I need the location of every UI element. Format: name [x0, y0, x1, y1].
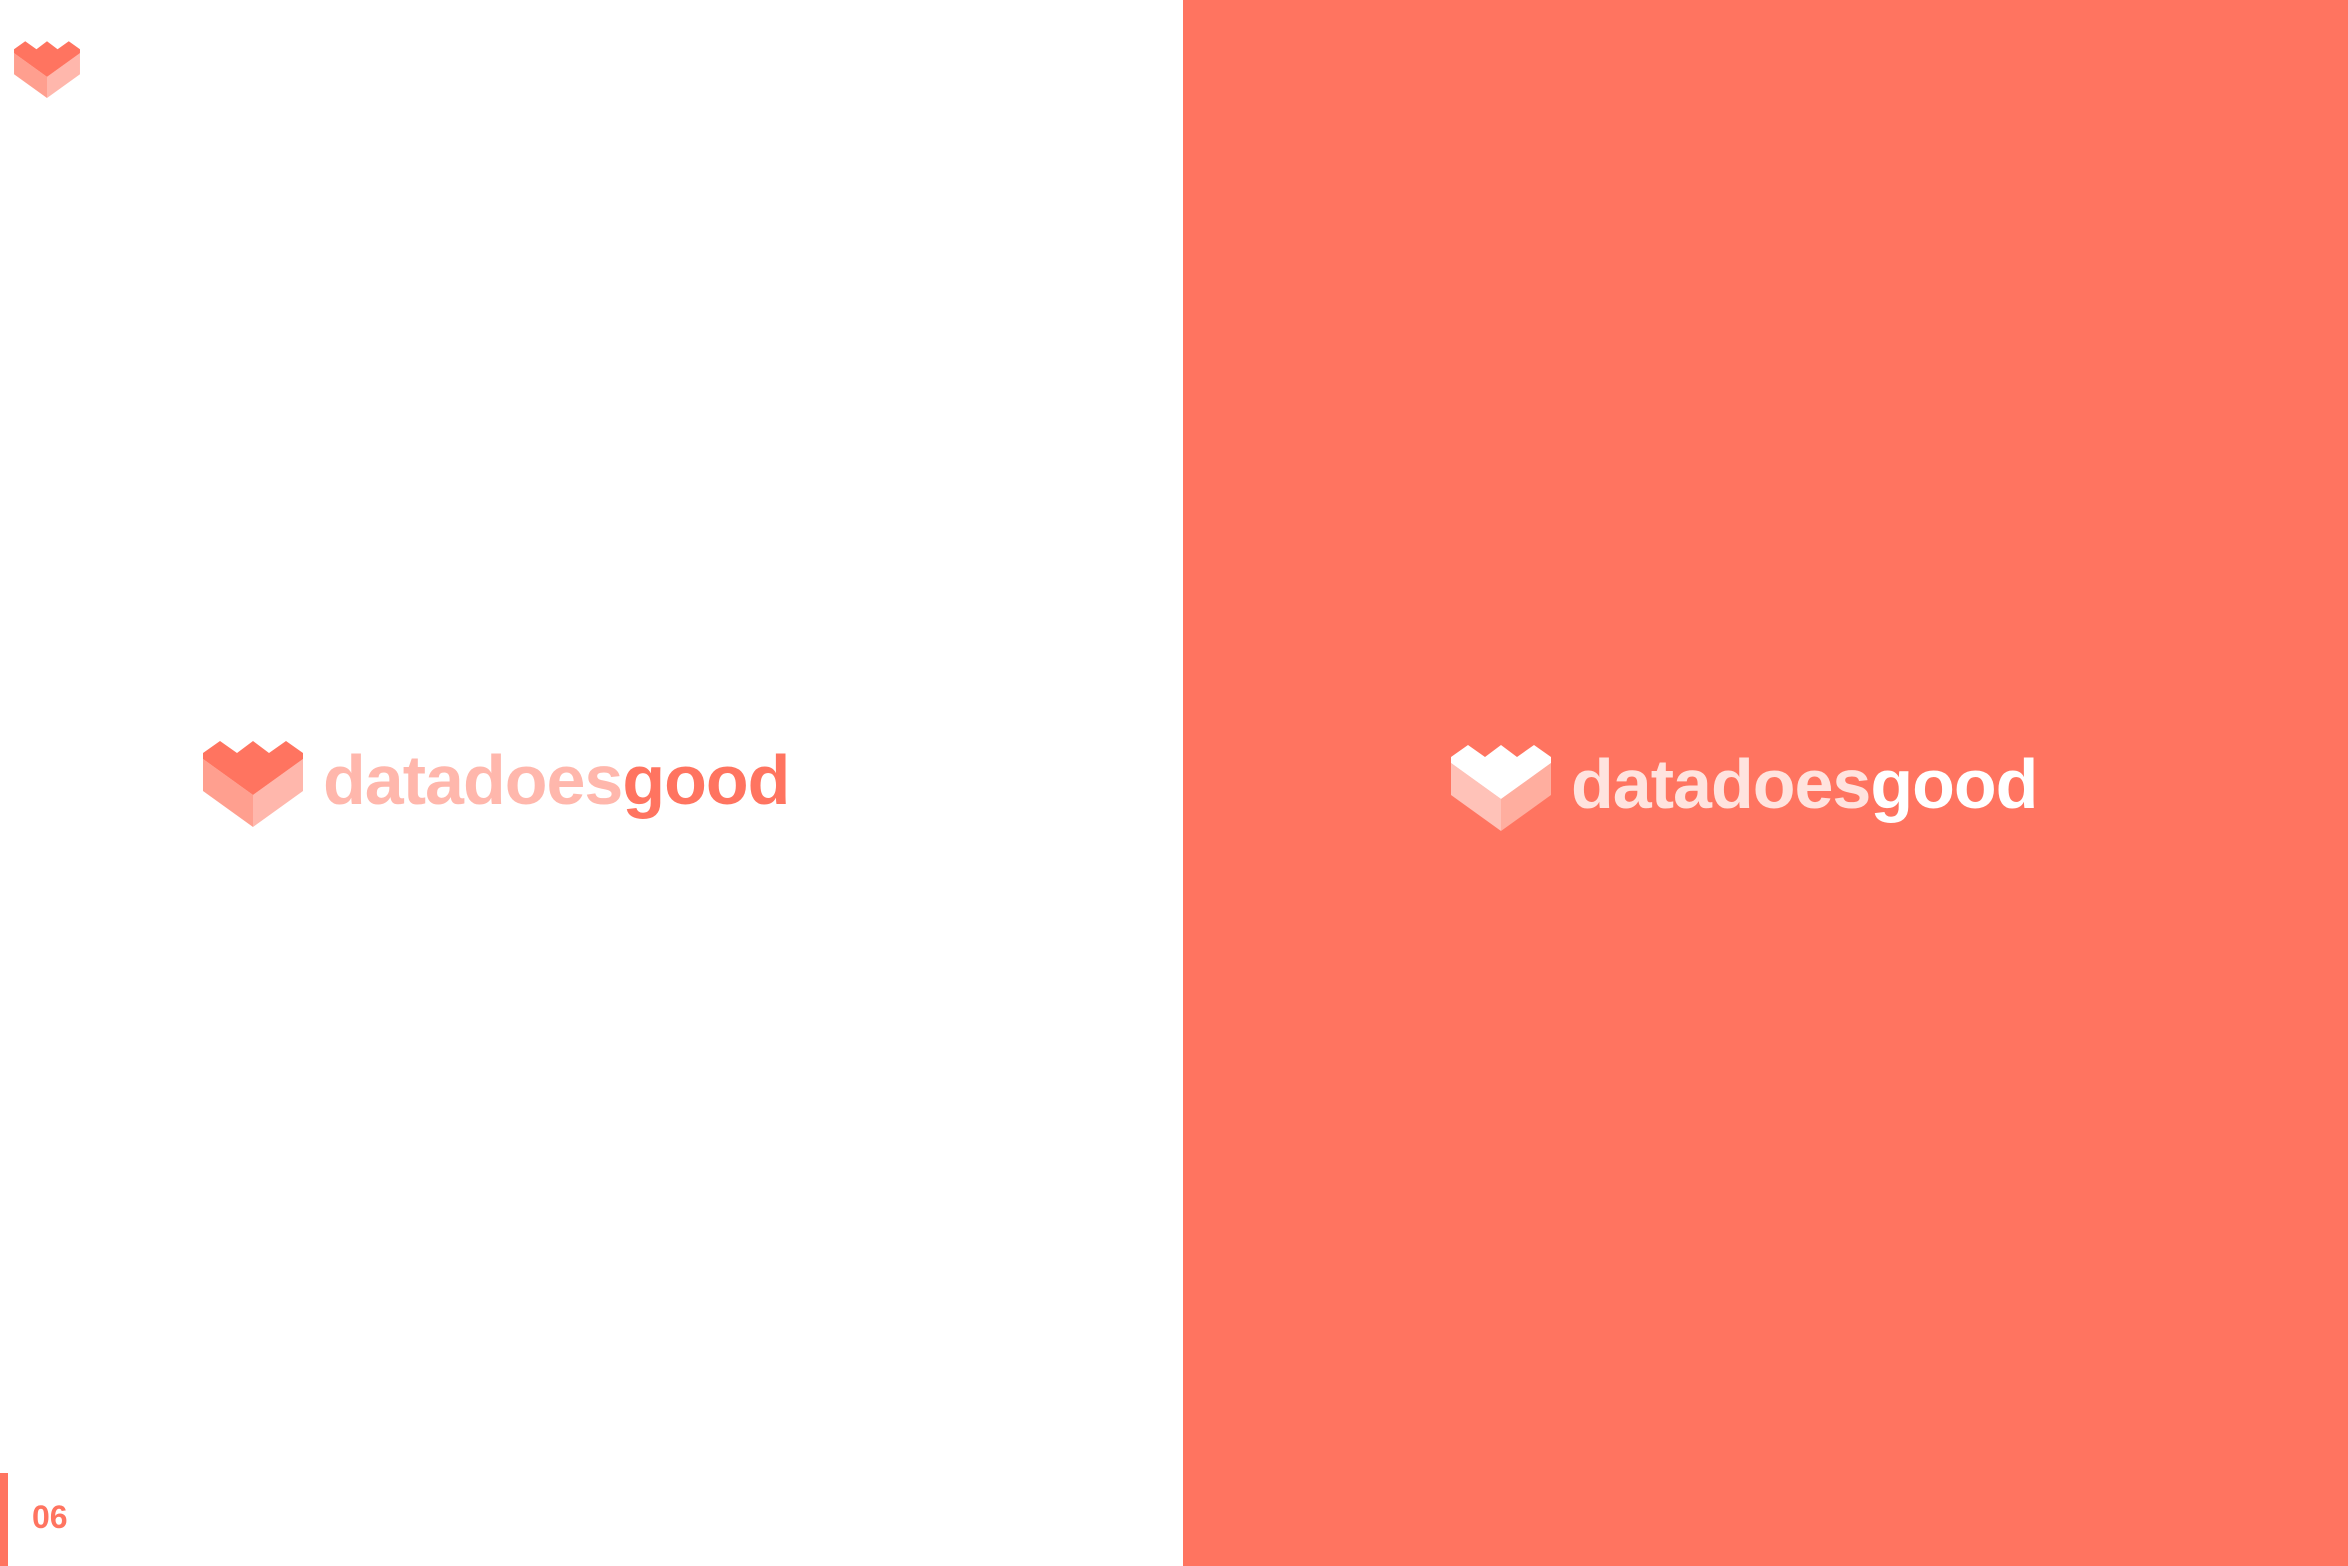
wordmark-does: does — [1710, 745, 1871, 823]
heart-cube-icon — [1451, 745, 1551, 831]
logo-lockup-dark: datadoesgood — [1451, 737, 2038, 831]
left-panel: datadoesgood 06 — [0, 0, 1183, 1566]
page-number: 06 — [32, 1499, 68, 1535]
heart-cube-icon — [203, 741, 303, 827]
page-indicator-bar — [0, 1473, 8, 1566]
wordmark-data: data — [323, 741, 464, 819]
wordmark-data: data — [1571, 745, 1712, 823]
heart-cube-icon — [14, 41, 80, 98]
wordmark-good: good — [622, 741, 790, 819]
wordmark-good: good — [1870, 745, 2038, 823]
wordmark: datadoesgood — [1571, 744, 2038, 824]
logo-lockup-light: datadoesgood — [203, 733, 790, 827]
wordmark: datadoesgood — [323, 740, 790, 820]
wordmark-does: does — [462, 741, 623, 819]
